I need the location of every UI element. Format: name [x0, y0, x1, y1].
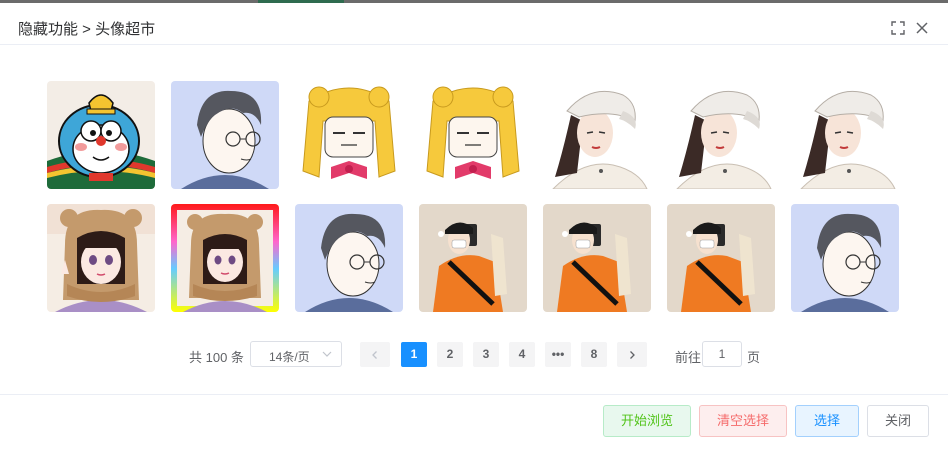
- close-button[interactable]: 关闭: [867, 405, 929, 437]
- start-browse-button[interactable]: 开始浏览: [603, 405, 691, 437]
- goto-label: 前往: [675, 350, 702, 365]
- goto-suffix: 页: [747, 350, 761, 365]
- avatar-item[interactable]: [47, 204, 155, 312]
- page-button-1[interactable]: 1: [401, 342, 427, 367]
- clear-selection-button[interactable]: 清空选择: [699, 405, 787, 437]
- avatar-item[interactable]: [171, 204, 279, 312]
- dialog-title: 隐藏功能 > 头像超市: [18, 21, 156, 38]
- pagination: 共 100 条 14条/页 1 2 3 4 ••• 8 前往 页: [0, 340, 948, 368]
- avatar-item[interactable]: [295, 81, 403, 189]
- avatar-item[interactable]: [171, 81, 279, 189]
- page-button-2[interactable]: 2: [437, 342, 463, 367]
- page-ellipsis-button[interactable]: •••: [545, 342, 571, 367]
- avatar-item[interactable]: [791, 204, 899, 312]
- avatar-item[interactable]: [419, 204, 527, 312]
- prev-page-button[interactable]: [360, 342, 390, 367]
- chevron-left-icon: [372, 351, 377, 359]
- avatar-item[interactable]: [667, 204, 775, 312]
- close-icon[interactable]: [914, 20, 930, 36]
- avatar-item[interactable]: [295, 204, 403, 312]
- chevron-down-icon: [321, 347, 333, 361]
- chevron-right-icon: [630, 351, 635, 359]
- fullscreen-icon[interactable]: [890, 20, 906, 36]
- page-button-8[interactable]: 8: [581, 342, 607, 367]
- avatar-item[interactable]: [667, 81, 775, 189]
- select-button[interactable]: 选择: [795, 405, 859, 437]
- page-button-3[interactable]: 3: [473, 342, 499, 367]
- pagination-total: 共 100 条: [189, 350, 244, 365]
- footer-divider: [0, 394, 948, 395]
- next-page-button[interactable]: [617, 342, 647, 367]
- avatar-item[interactable]: [419, 81, 527, 189]
- avatar-item[interactable]: [543, 81, 651, 189]
- page-size-select[interactable]: 14条/页: [250, 341, 342, 367]
- page-button-4[interactable]: 4: [509, 342, 535, 367]
- dialog-header: 隐藏功能 > 头像超市: [0, 3, 948, 45]
- avatar-item[interactable]: [791, 81, 899, 189]
- avatar-item[interactable]: [47, 81, 155, 189]
- avatar-item[interactable]: [543, 204, 651, 312]
- page-size-value: 14条/页: [269, 350, 310, 364]
- goto-page-input[interactable]: [702, 341, 742, 367]
